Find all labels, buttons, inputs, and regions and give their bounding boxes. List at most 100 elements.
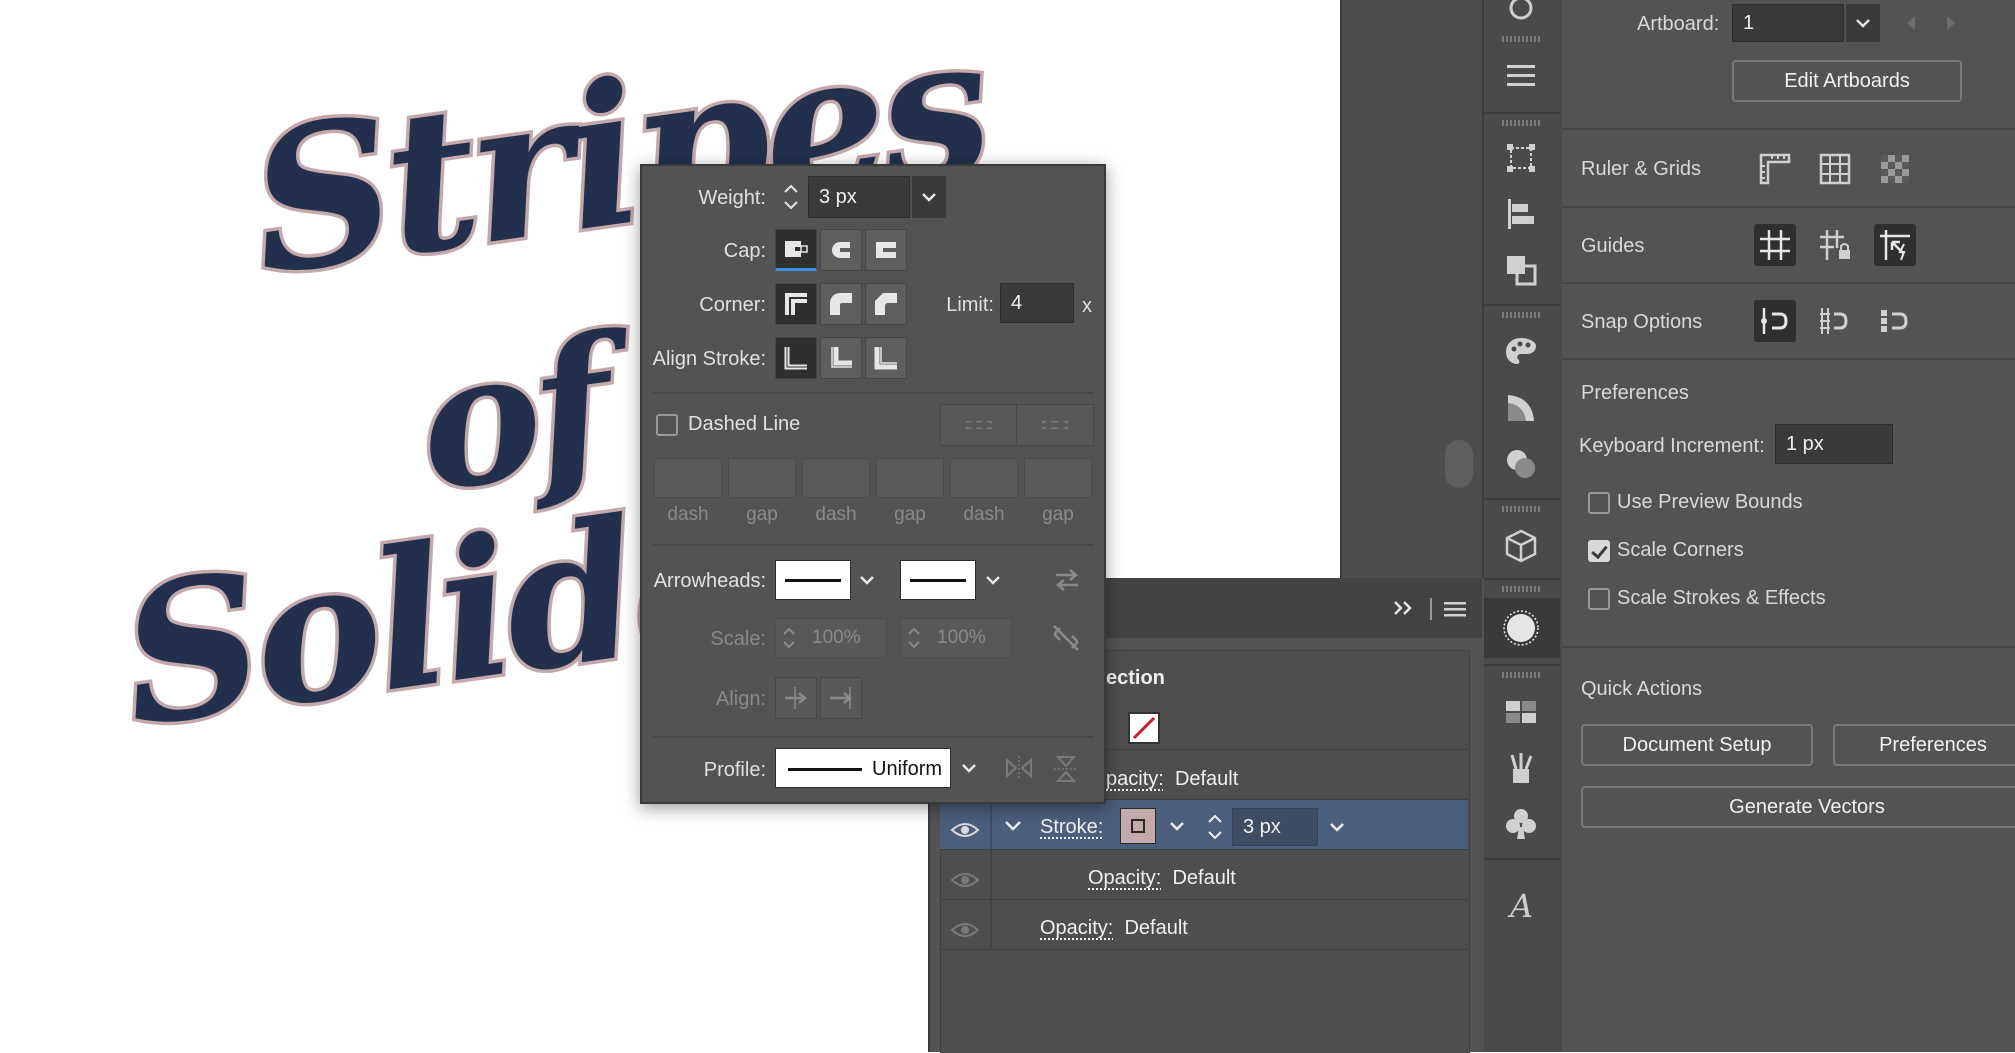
align-stroke-outside-button[interactable] <box>865 337 907 379</box>
dash-3-input[interactable] <box>950 458 1018 498</box>
scrollbar-thumb[interactable] <box>1445 440 1473 488</box>
appearance-row-object-opacity[interactable] <box>940 900 1468 950</box>
end-arrowhead-dropdown[interactable] <box>976 560 1010 600</box>
chevron-down-icon[interactable] <box>1004 820 1022 832</box>
next-artboard-button[interactable] <box>1944 14 1958 37</box>
transparency-panel-button[interactable] <box>1482 438 1560 490</box>
start-arrowhead-dropdown[interactable] <box>850 560 884 600</box>
previous-artboard-button[interactable] <box>1904 14 1918 37</box>
align-panel-button[interactable] <box>1482 188 1560 240</box>
stroke-link[interactable]: Stroke: <box>1040 816 1103 838</box>
gap-1-input[interactable] <box>728 458 796 498</box>
symbols-panel-button[interactable] <box>1482 798 1560 850</box>
opacity-row-1[interactable]: pacity: Default <box>1106 768 1238 791</box>
appearance-menu-button[interactable] <box>1444 600 1466 623</box>
round-join-button[interactable] <box>820 283 862 325</box>
brushes-panel-button[interactable] <box>1482 742 1560 794</box>
flip-across-button[interactable] <box>1052 754 1080 789</box>
artboard-select[interactable]: 1 <box>1732 4 1844 42</box>
butt-cap-button[interactable] <box>775 229 817 271</box>
weight-stepper[interactable] <box>776 176 806 218</box>
weight-input[interactable]: 3 px <box>808 176 910 218</box>
artboard-dropdown-button[interactable] <box>1846 4 1880 42</box>
opacity-label[interactable]: Opacity: <box>1040 917 1113 939</box>
gap-3-input[interactable] <box>1024 458 1092 498</box>
align-stroke-inside-button[interactable] <box>820 337 862 379</box>
transform-panel-button[interactable] <box>1482 132 1560 184</box>
dash-2-input[interactable] <box>802 458 870 498</box>
use-preview-bounds-checkbox[interactable] <box>1588 492 1610 514</box>
dock-top-icon[interactable] <box>1482 0 1560 34</box>
profile-dropdown[interactable] <box>952 748 986 788</box>
opacity-label[interactable]: pacity: <box>1106 768 1164 790</box>
smart-guides-toggle[interactable] <box>1874 224 1916 266</box>
stroke-panel-button[interactable] <box>1482 598 1560 658</box>
opacity-label[interactable]: Opacity: <box>1088 867 1161 889</box>
fill-swatch-none[interactable] <box>1128 712 1160 744</box>
gap-2-input[interactable] <box>876 458 944 498</box>
dock-grip[interactable] <box>1502 506 1540 512</box>
grid-toggle[interactable] <box>1814 148 1856 190</box>
stroke-color-swatch[interactable] <box>1120 808 1156 844</box>
pathfinder-panel-button[interactable] <box>1482 244 1560 296</box>
profile-select[interactable]: Uniform <box>775 748 951 788</box>
lock-guides-toggle[interactable] <box>1814 224 1856 266</box>
start-arrowhead-select[interactable] <box>775 560 851 600</box>
end-scale-input[interactable]: 100% <box>900 618 1012 658</box>
dock-menu-button[interactable] <box>1482 50 1560 102</box>
stroke-color-dropdown[interactable] <box>1160 808 1194 844</box>
gradient-panel-button[interactable] <box>1482 382 1560 434</box>
eye-icon[interactable] <box>950 820 980 840</box>
swatches-panel-button[interactable] <box>1482 686 1560 738</box>
color-panel-button[interactable] <box>1482 326 1560 378</box>
stroke-weight-stepper[interactable] <box>1200 808 1230 846</box>
transparency-grid-toggle[interactable] <box>1874 148 1916 190</box>
collapse-panel-button[interactable] <box>1392 598 1416 623</box>
preferences-button[interactable]: Preferences <box>1833 724 2015 766</box>
dashed-line-checkbox[interactable] <box>656 414 678 436</box>
arrow-tip-end-button[interactable] <box>820 677 862 719</box>
dock-grip[interactable] <box>1502 120 1540 126</box>
document-setup-button[interactable]: Document Setup <box>1581 724 1813 766</box>
3d-panel-button[interactable] <box>1482 520 1560 572</box>
projecting-cap-button[interactable] <box>865 229 907 271</box>
dock-grip[interactable] <box>1502 312 1540 318</box>
round-cap-button[interactable] <box>820 229 862 271</box>
guides-toggle[interactable] <box>1754 224 1796 266</box>
eye-icon[interactable] <box>950 870 980 890</box>
snap-to-pixel-toggle[interactable] <box>1874 300 1916 342</box>
dash-preserve-button[interactable] <box>940 404 1018 446</box>
edit-artboards-button[interactable]: Edit Artboards <box>1732 60 1962 102</box>
character-panel-button[interactable]: A <box>1482 878 1560 930</box>
dock-grip[interactable] <box>1502 36 1540 42</box>
dock-grip[interactable] <box>1502 586 1540 592</box>
rulers-toggle[interactable] <box>1754 148 1796 190</box>
eye-icon[interactable] <box>950 920 980 940</box>
stroke-row-label[interactable]: Stroke: <box>1040 816 1103 839</box>
miter-join-button[interactable] <box>775 283 817 325</box>
start-scale-input[interactable]: 100% <box>775 618 887 658</box>
bevel-join-button[interactable] <box>865 283 907 325</box>
keyboard-increment-input[interactable]: 1 px <box>1775 424 1893 464</box>
arrow-tip-beyond-button[interactable] <box>775 677 817 719</box>
weight-dropdown[interactable] <box>912 176 946 218</box>
snap-to-point-toggle[interactable] <box>1754 300 1796 342</box>
miter-limit-input[interactable]: 4 <box>1000 283 1074 323</box>
scale-corners-checkbox[interactable] <box>1588 540 1610 562</box>
link-scale-button[interactable] <box>1050 622 1082 659</box>
stroke-weight-dropdown[interactable] <box>1320 808 1354 846</box>
dash-align-corners-button[interactable] <box>1016 404 1094 446</box>
scale-strokes-effects-checkbox[interactable] <box>1588 588 1610 610</box>
opacity-row-3[interactable]: Opacity: Default <box>1040 917 1188 940</box>
scale-strokes-effects-label: Scale Strokes & Effects <box>1617 587 1826 609</box>
snap-to-grid-toggle[interactable] <box>1814 300 1856 342</box>
flip-along-button[interactable] <box>1004 754 1034 787</box>
align-stroke-center-button[interactable] <box>775 337 817 379</box>
dock-grip[interactable] <box>1502 672 1540 678</box>
generate-vectors-button[interactable]: Generate Vectors <box>1581 786 2015 828</box>
stroke-weight-input[interactable]: 3 px <box>1232 808 1318 846</box>
dash-1-input[interactable] <box>654 458 722 498</box>
end-arrowhead-select[interactable] <box>900 560 976 600</box>
opacity-row-2[interactable]: Opacity: Default <box>1088 867 1236 890</box>
swap-arrowheads-button[interactable] <box>1052 566 1082 599</box>
